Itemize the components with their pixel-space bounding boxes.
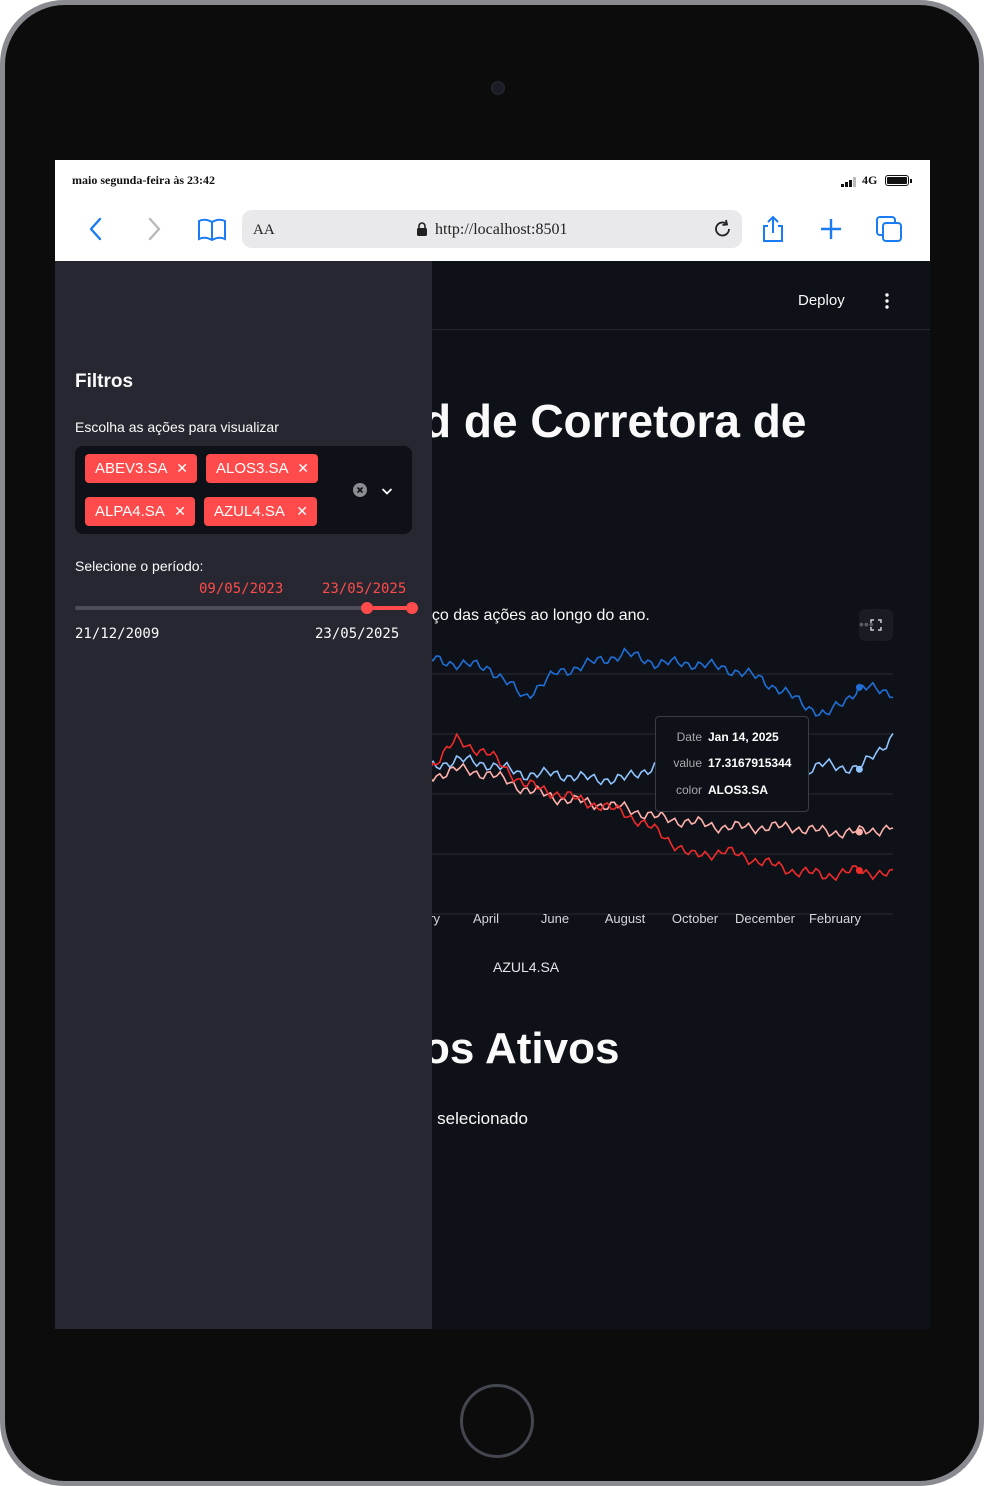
back-icon[interactable] (81, 214, 111, 244)
chart-menu-icon[interactable]: ••• (859, 616, 874, 632)
clear-icon[interactable] (353, 483, 367, 497)
tooltip-color-value: ALOS3.SA (708, 783, 769, 797)
stock-tag[interactable]: ABEV3.SA ✕ (85, 454, 197, 483)
x-tick-label: August (605, 911, 646, 926)
series-line[interactable] (422, 647, 894, 717)
tooltip-color-label: color (675, 783, 702, 797)
stock-tag-label: AZUL4.SA (214, 503, 285, 520)
remove-tag-icon[interactable]: ✕ (174, 497, 186, 526)
address-bar[interactable]: AA http://localhost:8501 (242, 210, 742, 248)
hover-point (855, 867, 863, 874)
chevron-down-icon[interactable] (380, 484, 394, 498)
tooltip-date-value: Jan 14, 2025 (708, 730, 779, 744)
hover-point (855, 765, 863, 773)
stock-tag[interactable]: ALOS3.SA ✕ (206, 454, 318, 483)
page-subtitle: eço das ações ao longo do ano. (423, 607, 650, 624)
section-subtitle: o selecionado (423, 1109, 528, 1128)
slider-min-date: 21/12/2009 (75, 626, 160, 642)
line-chart[interactable]: aryAprilJuneAugustOctoberDecemberFebruar… (422, 616, 903, 1029)
tooltip-value-value: 17.3167915344 (708, 756, 792, 770)
remove-tag-icon[interactable]: ✕ (176, 454, 188, 483)
section-title: os Ativos (423, 1024, 620, 1073)
battery-icon (885, 175, 912, 186)
chart-tooltip: Date Jan 14, 2025 value 17.3167915344 colo… (655, 716, 809, 812)
remove-tag-icon[interactable]: ✕ (296, 497, 308, 526)
range-start-value: 09/05/2023 (199, 581, 284, 597)
add-tab-icon[interactable] (816, 214, 846, 244)
sidebar-title: Filtros (75, 371, 134, 392)
stock-tag-label: ALOS3.SA (216, 460, 289, 477)
tooltip-value-label: value (673, 756, 702, 770)
reader-mode-button[interactable]: AA (253, 222, 275, 239)
reload-icon[interactable] (712, 218, 734, 240)
status-time: maio segunda-feira às 23:42 (72, 173, 215, 187)
remove-tag-icon[interactable]: ✕ (297, 454, 309, 483)
status-bar: maio segunda-feira às 23:42 4G (55, 160, 930, 200)
tooltip-date-label: Date (676, 730, 702, 744)
stock-select-label: Escolha as ações para visualizar (75, 419, 279, 435)
camera-icon (491, 81, 505, 95)
date-slider-start-handle[interactable] (361, 602, 373, 614)
deploy-button[interactable]: Deploy (798, 292, 845, 309)
lock-icon (417, 222, 427, 236)
signal-icon (841, 177, 857, 187)
hover-point (855, 683, 863, 691)
x-tick-label: February (809, 911, 862, 926)
browser-toolbar: AA http://localhost:8501 (55, 200, 930, 262)
hover-point (855, 828, 863, 836)
screen: maio segunda-feira às 23:42 4G AA http:/… (55, 160, 930, 1329)
stock-tag[interactable]: ALPA4.SA ✕ (85, 497, 195, 526)
stock-multiselect[interactable]: ABEV3.SA ✕ ALOS3.SA ✕ ALPA4.SA ✕ AZUL4.SA ✕ (75, 446, 412, 534)
slider-max-date: 23/05/2025 (315, 626, 400, 642)
x-tick-label: December (735, 911, 796, 926)
stock-tag-label: ALPA4.SA (95, 503, 165, 520)
streamlit-app: Deploy d de Corretora de eço das ações a… (55, 261, 930, 1329)
stock-tag[interactable]: AZUL4.SA ✕ (204, 497, 317, 526)
chart-svg[interactable]: aryAprilJuneAugustOctoberDecemberFebruar… (422, 616, 903, 1029)
legend-entry[interactable]: AZUL4.SA (493, 959, 560, 975)
stock-tag-label: ABEV3.SA (95, 460, 168, 477)
url-text[interactable]: http://localhost:8501 (435, 221, 567, 239)
page-title: d de Corretora de (423, 395, 807, 447)
home-button[interactable] (460, 1384, 534, 1458)
network-label: 4G (862, 173, 878, 187)
date-slider-end-handle[interactable] (406, 602, 418, 614)
sidebar: Filtros Escolha as ações para visualizar… (55, 261, 432, 1329)
x-tick-label: April (473, 911, 499, 926)
period-label: Selecione o período: (75, 558, 204, 574)
bookmarks-icon[interactable] (197, 214, 227, 244)
x-tick-label: June (541, 911, 569, 926)
x-tick-label: October (672, 911, 719, 926)
forward-icon[interactable] (139, 214, 169, 244)
share-icon[interactable] (758, 214, 788, 244)
more-icon[interactable] (878, 292, 896, 310)
tabs-icon[interactable] (874, 214, 904, 244)
range-end-value: 23/05/2025 (322, 581, 407, 597)
